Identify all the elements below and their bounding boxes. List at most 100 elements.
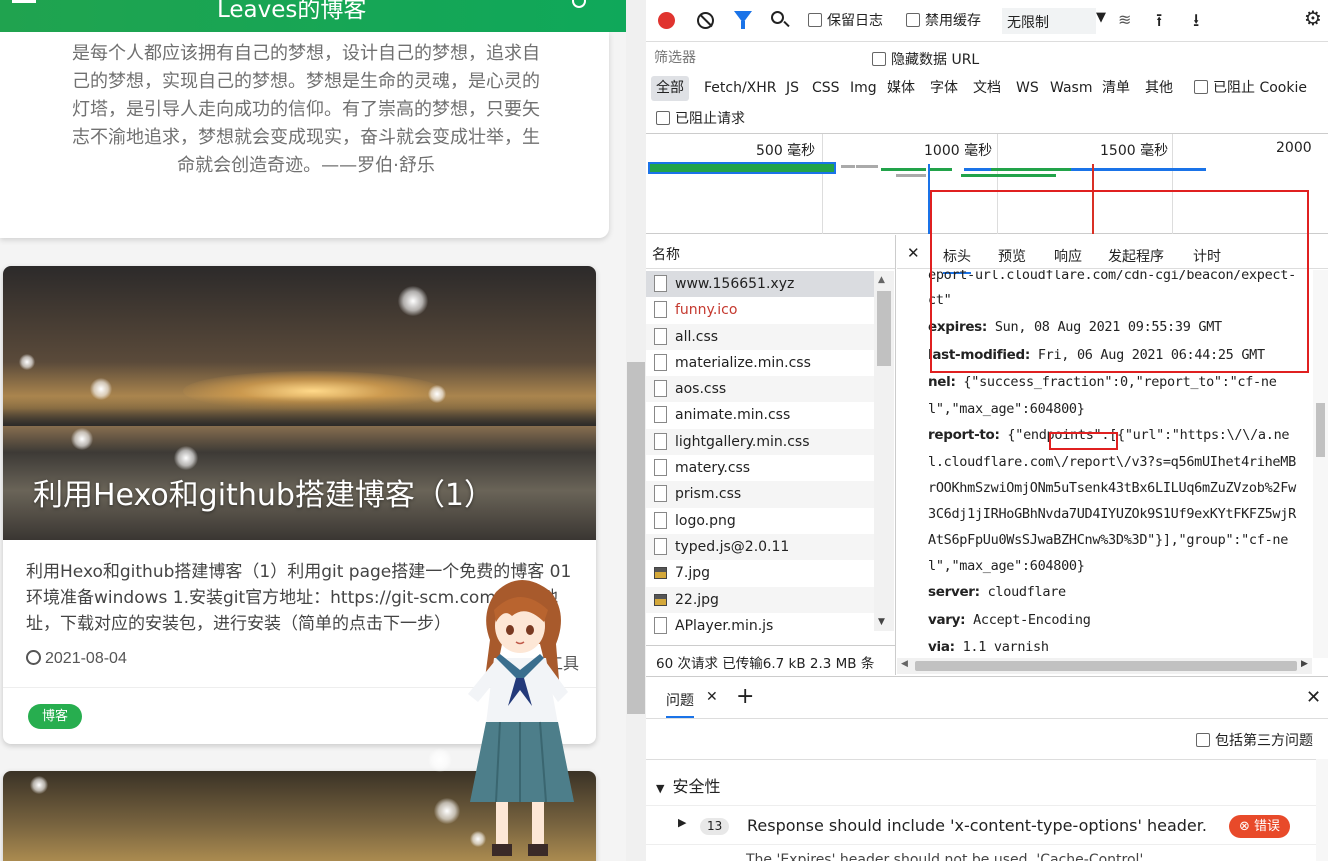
request-name-failed: funny.ico (675, 302, 738, 319)
request-name: lightgallery.min.css (675, 433, 810, 450)
preserve-log-label: 保留日志 (827, 13, 883, 29)
filter-input[interactable] (652, 47, 856, 69)
issue-text: Response should include 'x-content-type-… (747, 816, 1207, 835)
request-row[interactable]: www.156651.xyz (646, 271, 874, 298)
settings-gear-icon[interactable]: ⚙ (1304, 6, 1322, 30)
request-row[interactable]: APlayer.min.js (646, 613, 874, 639)
close-tab-icon[interactable]: ✕ (706, 689, 718, 705)
request-row[interactable]: logo.png (646, 508, 874, 534)
clock-icon (26, 650, 41, 665)
collapse-arrow-icon[interactable]: ▶ (678, 816, 686, 829)
anime-girl-mascot[interactable] (456, 574, 586, 861)
issue-category-security[interactable]: ▼ 安全性 (656, 773, 720, 797)
type-filter-fetch[interactable]: Fetch/XHR (704, 76, 777, 101)
checkbox-icon[interactable] (872, 52, 886, 66)
type-filter-js[interactable]: JS (786, 76, 799, 101)
scroll-down-icon[interactable]: ▼ (878, 617, 885, 627)
header-value: 1.1 varnish (962, 639, 1049, 655)
throttle-select[interactable]: 无限制 (1002, 8, 1096, 34)
snowflake (428, 748, 452, 772)
filter-icon[interactable] (734, 11, 752, 29)
type-filter-ws[interactable]: WS (1016, 76, 1039, 101)
checkbox-icon[interactable] (656, 111, 670, 125)
blog-title[interactable]: Leaves的博客 (217, 0, 366, 24)
scroll-left-icon[interactable]: ◀ (901, 659, 908, 669)
resource-type-filters: 全部 Fetch/XHR JS CSS Img 媒体 字体 文档 WS Wasm… (646, 73, 1328, 103)
headers-vertical-scrollbar[interactable] (1313, 270, 1328, 658)
request-row[interactable]: 22.jpg (646, 586, 874, 613)
expand-arrow-icon[interactable]: ▼ (656, 782, 664, 795)
request-row[interactable]: prism.css (646, 481, 874, 508)
checkbox-icon[interactable] (1194, 80, 1208, 94)
scroll-right-icon[interactable]: ▶ (1301, 659, 1308, 669)
close-icon[interactable]: ✕ (907, 244, 920, 262)
dropdown-arrow-icon[interactable]: ▼ (1096, 10, 1106, 25)
request-row[interactable]: animate.min.css (646, 402, 874, 428)
include-third-party-checkbox[interactable]: 包括第三方问题 (1196, 730, 1313, 750)
timeline-gridline (822, 134, 823, 234)
request-row[interactable]: funny.ico (646, 297, 874, 323)
page-scrollbar-thumb[interactable] (627, 362, 645, 714)
add-tab-icon[interactable]: + (736, 684, 754, 709)
clear-button[interactable] (697, 12, 714, 29)
scroll-up-icon[interactable]: ▲ (878, 275, 885, 285)
blog-page: 是每个人都应该拥有自己的梦想，设计自己的梦想，追求自己的梦想，实现自己的梦想。梦… (0, 0, 626, 861)
headers-vertical-scrollbar-thumb[interactable] (1316, 403, 1325, 457)
post-title[interactable]: 利用Hexo和github搭建博客（1） (33, 470, 494, 514)
request-row[interactable]: matery.css (646, 455, 874, 481)
post-cover-image[interactable]: 利用Hexo和github搭建博客（1） (3, 266, 596, 540)
request-row[interactable]: materialize.min.css (646, 350, 874, 376)
type-filter-img[interactable]: Img (850, 76, 877, 101)
close-drawer-icon[interactable]: ✕ (1306, 687, 1321, 708)
search-icon[interactable] (771, 11, 784, 24)
quote-card: 是每个人都应该拥有自己的梦想，设计自己的梦想，追求自己的梦想，实现自己的梦想。梦… (0, 32, 609, 238)
drawer-scrollbar[interactable] (1316, 759, 1328, 861)
request-row[interactable]: aos.css (646, 376, 874, 403)
request-name: aos.css (675, 381, 727, 398)
checkbox-icon[interactable] (906, 13, 920, 27)
screen-root: { "blog": { "title": "Leaves的博客", "quote… (0, 0, 1328, 861)
hide-data-url-checkbox[interactable]: 隐藏数据 URL (872, 49, 979, 69)
import-har-icon[interactable]: ⭱ (1156, 8, 1162, 38)
issue-row[interactable]: ▶ 13 Response should include 'x-content-… (646, 805, 1328, 845)
header-value: l","max_age":604800} (928, 401, 1085, 417)
snowflake (30, 776, 48, 794)
post-tag[interactable]: 博客 (28, 704, 83, 729)
request-row[interactable]: all.css (646, 323, 874, 350)
file-icon (654, 353, 667, 371)
name-column-header[interactable]: 名称 (646, 235, 895, 269)
blocked-requests-checkbox[interactable]: 已阻止请求 (656, 108, 745, 128)
type-filter-doc[interactable]: 文档 (973, 76, 1001, 101)
timeline-bar (856, 165, 878, 168)
type-filter-css[interactable]: CSS (812, 76, 840, 101)
menu-icon[interactable] (12, 0, 36, 6)
disable-cache-checkbox[interactable]: 禁用缓存 (906, 10, 981, 30)
headers-horizontal-scrollbar-thumb[interactable] (915, 661, 1297, 671)
record-button[interactable] (658, 12, 675, 29)
type-filter-all[interactable]: 全部 (651, 76, 689, 101)
checkbox-icon[interactable] (808, 13, 822, 27)
blocked-cookies-checkbox[interactable]: 已阻止 Cookie (1194, 76, 1307, 101)
preserve-log-checkbox[interactable]: 保留日志 (808, 10, 883, 30)
export-har-icon[interactable]: ⭳ (1193, 8, 1199, 38)
type-filter-media[interactable]: 媒体 (887, 76, 915, 101)
timeline-tick: 1500 毫秒 (1100, 143, 1169, 159)
network-conditions-icon[interactable]: ≋ (1118, 10, 1138, 29)
devtools-network-panel: 保留日志 禁用缓存 无限制 ▼ ≋ ⭱ ⭳ ⚙ 隐藏数据 URL 全部 Fetc… (646, 0, 1328, 861)
type-filter-font[interactable]: 字体 (930, 76, 958, 101)
request-row[interactable]: 7.jpg (646, 560, 874, 586)
request-row[interactable]: typed.js@2.0.11 (646, 533, 874, 561)
type-filter-manifest[interactable]: 清单 (1102, 76, 1130, 101)
request-row[interactable]: lightgallery.min.css (646, 428, 874, 456)
divider (646, 759, 1328, 760)
request-list-scrollbar-thumb[interactable] (877, 291, 891, 366)
post-date-text: 2021-08-04 (45, 650, 127, 667)
request-list: www.156651.xyz funny.ico all.css materia… (646, 271, 874, 639)
checkbox-icon[interactable] (1196, 733, 1210, 747)
type-filter-other[interactable]: 其他 (1145, 76, 1173, 101)
tab-issues[interactable]: 问题 (666, 690, 694, 718)
timeline-tick: 2000 (1276, 140, 1312, 156)
type-filter-wasm[interactable]: Wasm (1050, 76, 1092, 101)
header-key: server: (928, 584, 980, 600)
search-icon[interactable] (572, 0, 586, 8)
